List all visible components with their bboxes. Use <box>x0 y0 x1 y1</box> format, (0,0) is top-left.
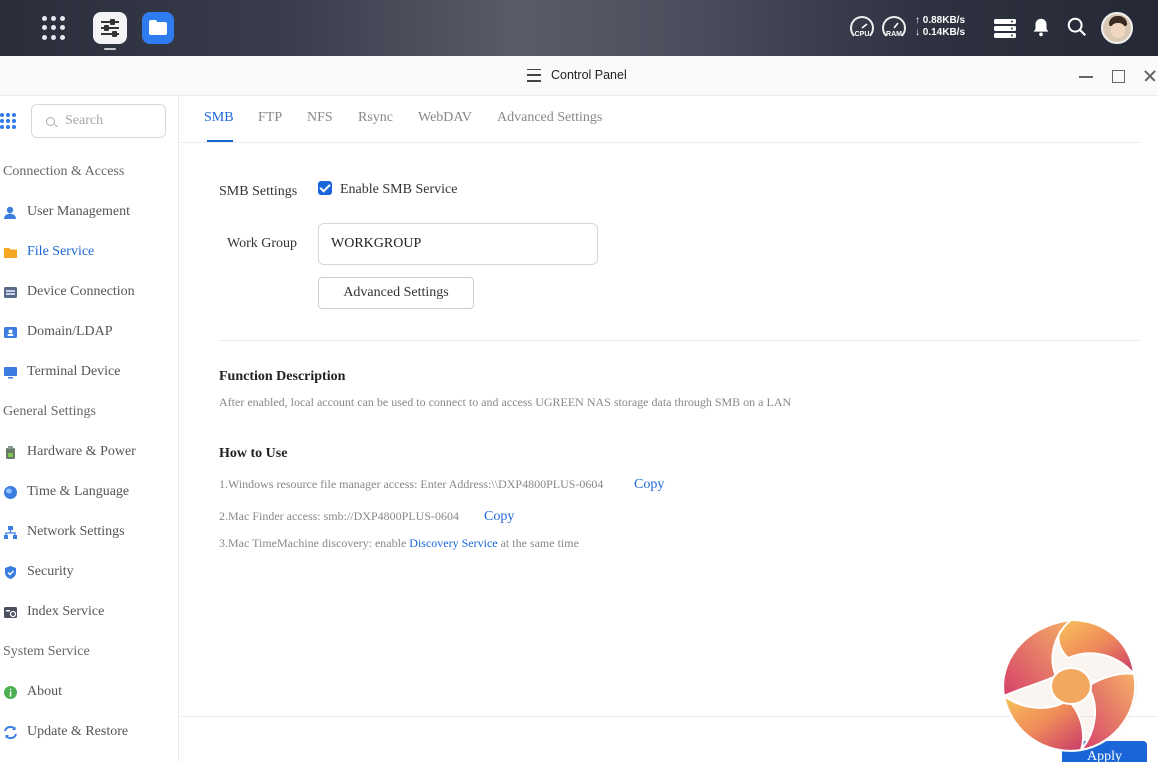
terminal-icon <box>3 365 18 380</box>
active-app-indicator <box>104 48 116 50</box>
ram-gauge-icon[interactable]: RAM <box>882 16 906 40</box>
sidebar-item-domain-ldap[interactable]: Domain/LDAP <box>3 321 175 343</box>
step3-suffix: at the same time <box>497 536 579 550</box>
close-button[interactable] <box>1141 66 1158 86</box>
sidebar-item-label: Domain/LDAP <box>27 324 113 339</box>
sidebar-item-device-connection[interactable]: Device Connection <box>3 281 175 303</box>
network-icon <box>3 525 18 540</box>
sidebar-item-update-restore[interactable]: Update & Restore <box>3 721 175 743</box>
app-launcher-icon[interactable] <box>42 16 66 40</box>
discovery-service-link[interactable]: Discovery Service <box>409 536 497 550</box>
sidebar-item-index-service[interactable]: Index Service <box>3 601 175 623</box>
active-tab-indicator <box>207 140 233 142</box>
server-icon[interactable] <box>993 16 1017 40</box>
sidebar-item-about[interactable]: About <box>3 681 175 703</box>
device-icon <box>3 285 18 300</box>
control-panel-window: Control Panel Connection & Access User M… <box>0 56 1158 762</box>
search-icon[interactable] <box>1066 16 1090 40</box>
ram-label: RAM <box>886 31 902 38</box>
download-speed: ↓ 0.14KB/s <box>915 27 966 38</box>
smb-settings-label: SMB Settings <box>219 184 298 199</box>
swirl-logo-icon <box>1002 618 1137 752</box>
info-icon <box>3 685 18 700</box>
section-divider <box>219 340 1140 341</box>
bell-icon[interactable] <box>1030 16 1054 40</box>
section-general-settings[interactable]: General Settings <box>3 404 96 420</box>
sidebar: Connection & Access User Management File… <box>0 96 179 762</box>
how-to-use-title: How to Use <box>219 446 288 461</box>
sidebar-item-label: Time & Language <box>27 484 130 499</box>
advanced-settings-button[interactable]: Advanced Settings <box>318 277 474 309</box>
folder-icon <box>3 245 18 260</box>
copy-windows-address-button[interactable]: Copy <box>634 477 664 493</box>
cpu-gauge-icon[interactable]: CPU <box>850 16 874 40</box>
windows-access-step: 1.Windows resource file manager access: … <box>219 477 604 491</box>
workgroup-label: Work Group <box>227 236 298 251</box>
sidebar-item-label: File Service <box>27 244 95 259</box>
sidebar-item-label: About <box>27 684 62 699</box>
index-icon <box>3 605 18 620</box>
function-description-text: After enabled, local account can be used… <box>219 395 792 409</box>
tab-nfs[interactable]: NFS <box>307 110 333 126</box>
control-panel-app-icon[interactable] <box>93 12 127 44</box>
enable-smb-label[interactable]: Enable SMB Service <box>340 182 457 198</box>
enable-smb-checkbox[interactable] <box>318 181 332 195</box>
sidebar-item-label: Network Settings <box>27 524 125 539</box>
search-icon <box>46 117 55 126</box>
network-speed: ↑ 0.88KB/s ↓ 0.14KB/s <box>915 15 965 39</box>
mac-finder-step: 2.Mac Finder access: smb://DXP4800PLUS-0… <box>219 509 459 523</box>
tab-webdav[interactable]: WebDAV <box>418 110 472 126</box>
minimize-button[interactable] <box>1076 66 1096 86</box>
files-app-icon[interactable] <box>142 12 174 44</box>
search-input[interactable] <box>65 112 160 130</box>
sidebar-item-hardware-power[interactable]: Hardware & Power <box>3 441 175 463</box>
cpu-label: CPU <box>854 31 870 38</box>
copy-mac-address-button[interactable]: Copy <box>484 509 514 525</box>
workgroup-input[interactable] <box>318 223 598 265</box>
section-connection-access[interactable]: Connection & Access <box>3 164 124 180</box>
sidebar-item-security[interactable]: Security <box>3 561 175 583</box>
section-system-service[interactable]: System Service <box>3 644 90 660</box>
window-titlebar: Control Panel <box>0 56 1158 96</box>
tab-advanced-settings[interactable]: Advanced Settings <box>497 110 602 126</box>
desktop-taskbar: CPU RAM ↑ 0.88KB/s ↓ 0.14KB/s <box>0 0 1158 56</box>
user-icon <box>3 205 18 220</box>
function-description-title: Function Description <box>219 369 346 384</box>
step3-prefix: 3.Mac TimeMachine discovery: enable <box>219 536 410 550</box>
sidebar-item-label: Hardware & Power <box>27 444 136 459</box>
tab-rsync[interactable]: Rsync <box>358 110 393 126</box>
sidebar-item-network-settings[interactable]: Network Settings <box>3 521 175 543</box>
tab-smb[interactable]: SMB <box>204 110 234 126</box>
sidebar-item-time-language[interactable]: Time & Language <box>3 481 175 503</box>
shield-icon <box>3 565 18 580</box>
sidebar-item-label: Device Connection <box>27 284 135 299</box>
window-title: Control Panel <box>551 68 627 82</box>
sidebar-item-label: Terminal Device <box>27 364 121 379</box>
sidebar-item-label: Update & Restore <box>27 724 129 739</box>
menu-grid-icon[interactable] <box>0 113 16 129</box>
tab-bar: SMB FTP NFS Rsync WebDAV Advanced Settin… <box>180 96 1140 143</box>
upload-speed: ↑ 0.88KB/s <box>915 15 966 26</box>
sidebar-item-user-management[interactable]: User Management <box>3 201 175 223</box>
sidebar-item-label: Index Service <box>27 604 105 619</box>
domain-icon <box>3 325 18 340</box>
mac-timemachine-step: 3.Mac TimeMachine discovery: enable Disc… <box>219 536 579 551</box>
maximize-button[interactable] <box>1108 66 1128 86</box>
sidebar-item-terminal-device[interactable]: Terminal Device <box>3 361 175 383</box>
sidebar-item-label: User Management <box>27 204 131 219</box>
user-avatar[interactable] <box>1101 12 1133 44</box>
globe-icon <box>3 485 18 500</box>
control-panel-icon <box>527 68 541 82</box>
sidebar-item-label: Security <box>27 564 74 579</box>
refresh-icon <box>3 725 18 740</box>
search-box[interactable] <box>31 104 166 138</box>
tab-ftp[interactable]: FTP <box>258 110 282 126</box>
hardware-icon <box>3 445 18 460</box>
sidebar-item-file-service[interactable]: File Service <box>3 241 175 263</box>
